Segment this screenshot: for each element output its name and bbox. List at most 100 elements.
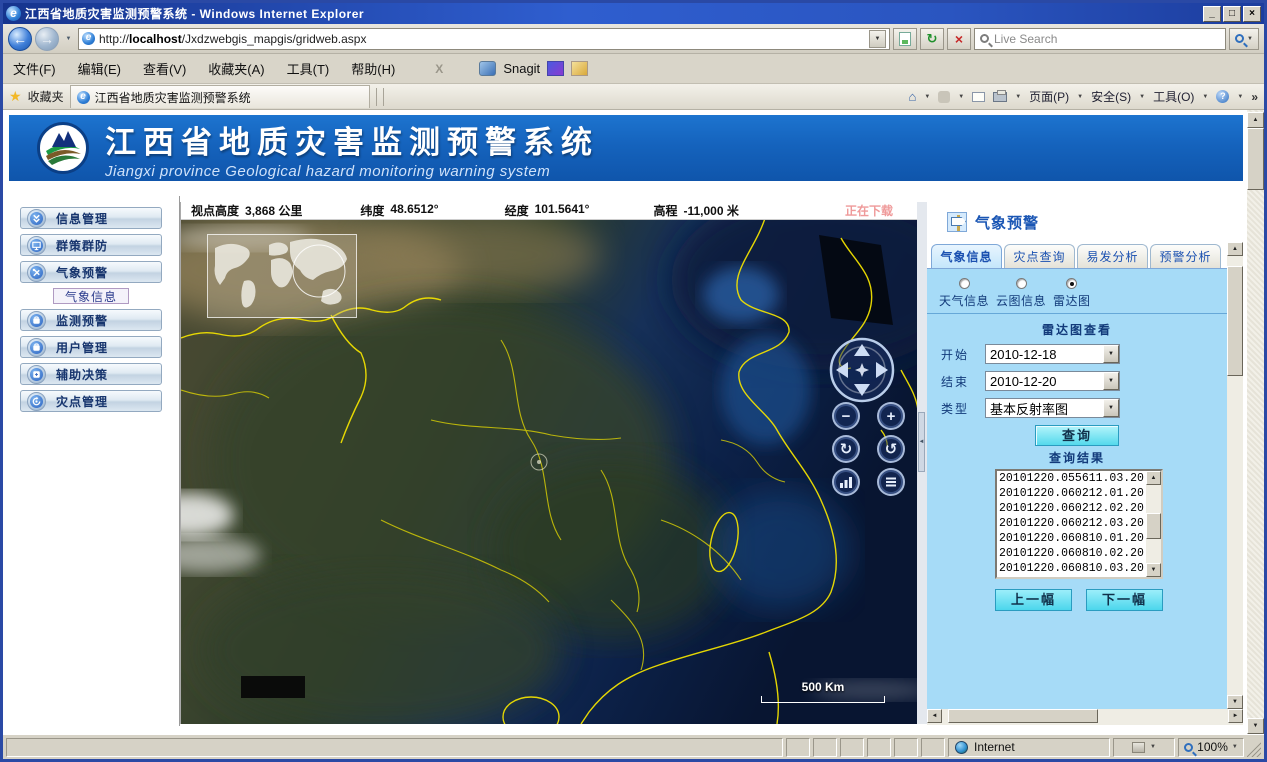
menu-file[interactable]: 文件(F) (13, 59, 56, 78)
list-scrollbar[interactable]: ▲ ▼ (1146, 471, 1161, 577)
radio-weather-info[interactable] (959, 278, 970, 289)
dropdown-icon[interactable]: ▼ (1103, 399, 1119, 417)
previous-image-button[interactable]: 上一幅 (995, 589, 1072, 611)
address-input[interactable]: e http://localhost/Jxdzwebgis_mapgis/gri… (78, 28, 890, 50)
dropdown-icon[interactable]: ▼ (1103, 345, 1119, 363)
snagit-icon[interactable] (479, 61, 496, 76)
tab-susceptibility-analysis[interactable]: 易发分析 (1077, 244, 1148, 268)
zoom-in-button[interactable]: + (877, 402, 905, 430)
feed-icon[interactable] (938, 91, 950, 103)
safety-dropdown-icon[interactable]: ▼ (1139, 94, 1145, 100)
history-dropdown-icon[interactable]: ▼ (62, 29, 75, 49)
search-go-button[interactable]: ▼ (1229, 28, 1259, 50)
sidebar-item-user-management[interactable]: 用户管理 (20, 336, 162, 358)
stop-button[interactable]: × (947, 28, 971, 50)
query-button[interactable]: 查询 (1035, 425, 1119, 446)
next-image-button[interactable]: 下一幅 (1086, 589, 1163, 611)
page-menu[interactable]: 页面(P) (1029, 88, 1069, 105)
panel-horizontal-scrollbar[interactable]: ◄ ► (927, 709, 1243, 725)
home-dropdown-icon[interactable]: ▼ (924, 94, 930, 100)
tools-menu[interactable]: 工具(O) (1153, 88, 1194, 105)
menu-edit[interactable]: 编辑(E) (78, 59, 121, 78)
result-item[interactable]: 20101220.060212.02.20. (999, 501, 1146, 516)
print-icon[interactable] (993, 92, 1007, 102)
scroll-thumb[interactable] (1227, 266, 1243, 376)
browser-vertical-scrollbar[interactable]: ▲ ▼ (1247, 110, 1264, 734)
splitter-collapse-icon[interactable]: ◄ (918, 412, 925, 472)
favorites-label[interactable]: 收藏夹 (28, 88, 64, 105)
back-button[interactable]: ← (8, 27, 32, 51)
layers-button[interactable] (877, 468, 905, 496)
scroll-up-icon[interactable]: ▲ (1146, 471, 1161, 485)
result-item[interactable]: 20101220.060810.03.20. (999, 561, 1146, 576)
scroll-down-icon[interactable]: ▼ (1227, 695, 1243, 709)
radio-radar-image[interactable] (1066, 278, 1077, 289)
scroll-up-icon[interactable]: ▲ (1247, 112, 1264, 128)
end-date-select[interactable]: 2010-12-20 ▼ (985, 371, 1120, 391)
read-mail-icon[interactable] (972, 92, 985, 102)
help-icon[interactable]: ? (1216, 90, 1229, 103)
refresh-button[interactable]: ↻ (920, 28, 944, 50)
result-item[interactable]: 20101220.060212.03.20. (999, 516, 1146, 531)
toolbar-overflow-icon[interactable]: » (1251, 90, 1258, 104)
results-listbox[interactable]: 20101220.055611.03.20. 20101220.060212.0… (995, 469, 1163, 579)
sidebar-subitem-weather-info[interactable]: 气象信息 (53, 288, 129, 304)
menu-help[interactable]: 帮助(H) (351, 59, 395, 78)
tilt-bars-button[interactable] (832, 468, 860, 496)
snagit-capture-icon[interactable] (571, 61, 588, 76)
compass-control[interactable] (829, 337, 895, 403)
feed-dropdown-icon[interactable]: ▼ (958, 94, 964, 100)
sidebar-item-monitoring-warning[interactable]: 监测预警 (20, 309, 162, 331)
scroll-down-icon[interactable]: ▼ (1247, 718, 1264, 734)
scroll-down-icon[interactable]: ▼ (1146, 563, 1161, 577)
sidebar-item-group-prevention[interactable]: 群策群防 (20, 234, 162, 256)
protected-dropdown-icon[interactable]: ▼ (1150, 744, 1156, 750)
result-item[interactable]: 20101220.060810.01.20. (999, 531, 1146, 546)
forward-button[interactable]: → (35, 27, 59, 51)
sidebar-item-weather-warning[interactable]: 气象预警 (20, 261, 162, 283)
sidebar-item-disaster-management[interactable]: 灾点管理 (20, 390, 162, 412)
compatibility-view-button[interactable] (893, 28, 917, 50)
scroll-right-icon[interactable]: ► (1228, 709, 1243, 723)
close-button[interactable]: × (1243, 6, 1261, 22)
minimize-button[interactable]: _ (1203, 6, 1221, 22)
resize-grip[interactable] (1247, 738, 1261, 757)
tab-disaster-query[interactable]: 灾点查询 (1004, 244, 1075, 268)
snagit-label[interactable]: Snagit (503, 61, 540, 76)
menu-tools[interactable]: 工具(T) (287, 59, 330, 78)
zoom-dropdown-icon[interactable]: ▼ (1232, 744, 1238, 750)
print-dropdown-icon[interactable]: ▼ (1015, 94, 1021, 100)
sidebar-item-decision-support[interactable]: 辅助决策 (20, 363, 162, 385)
help-dropdown-icon[interactable]: ▼ (1237, 94, 1243, 100)
world-overview-inset[interactable] (207, 234, 357, 318)
scroll-thumb[interactable] (1146, 513, 1161, 539)
tools-dropdown-icon[interactable]: ▼ (1202, 94, 1208, 100)
result-item[interactable]: 20101220.055611.03.20. (999, 471, 1146, 486)
rotate-ccw-button[interactable]: ↺ (877, 435, 905, 463)
address-dropdown-button[interactable]: ▼ (869, 30, 886, 48)
rotate-cw-button[interactable]: ↻ (832, 435, 860, 463)
menu-favorites[interactable]: 收藏夹(A) (208, 59, 264, 78)
sidebar-item-info-management[interactable]: 信息管理 (20, 207, 162, 229)
search-input[interactable]: Live Search (974, 28, 1226, 50)
result-item[interactable]: 20101220.060212.01.20. (999, 486, 1146, 501)
result-item[interactable]: 20101220.060810.02.20. (999, 546, 1146, 561)
scroll-up-icon[interactable]: ▲ (1227, 242, 1243, 256)
snagit-editor-icon[interactable] (547, 61, 564, 76)
panel-splitter[interactable]: ◄ (917, 202, 927, 724)
maximize-button[interactable]: □ (1223, 6, 1241, 22)
type-select[interactable]: 基本反射率图 ▼ (985, 398, 1120, 418)
dropdown-icon[interactable]: ▼ (1103, 372, 1119, 390)
safety-menu[interactable]: 安全(S) (1091, 88, 1131, 105)
browser-tab[interactable]: e 江西省地质灾害监测预警系统 (70, 85, 370, 108)
favorites-star-icon[interactable]: ★ (9, 88, 22, 105)
start-date-select[interactable]: 2010-12-18 ▼ (985, 344, 1120, 364)
scroll-thumb[interactable] (1247, 128, 1264, 190)
map-canvas[interactable]: − + ↻ ↺ 500 Km (181, 220, 918, 724)
zoom-out-button[interactable]: − (832, 402, 860, 430)
scroll-left-icon[interactable]: ◄ (927, 709, 942, 723)
scroll-thumb[interactable] (948, 709, 1098, 723)
home-icon[interactable]: ⌂ (908, 89, 916, 104)
tab-warning-analysis[interactable]: 预警分析 (1150, 244, 1221, 268)
menu-view[interactable]: 查看(V) (143, 59, 186, 78)
